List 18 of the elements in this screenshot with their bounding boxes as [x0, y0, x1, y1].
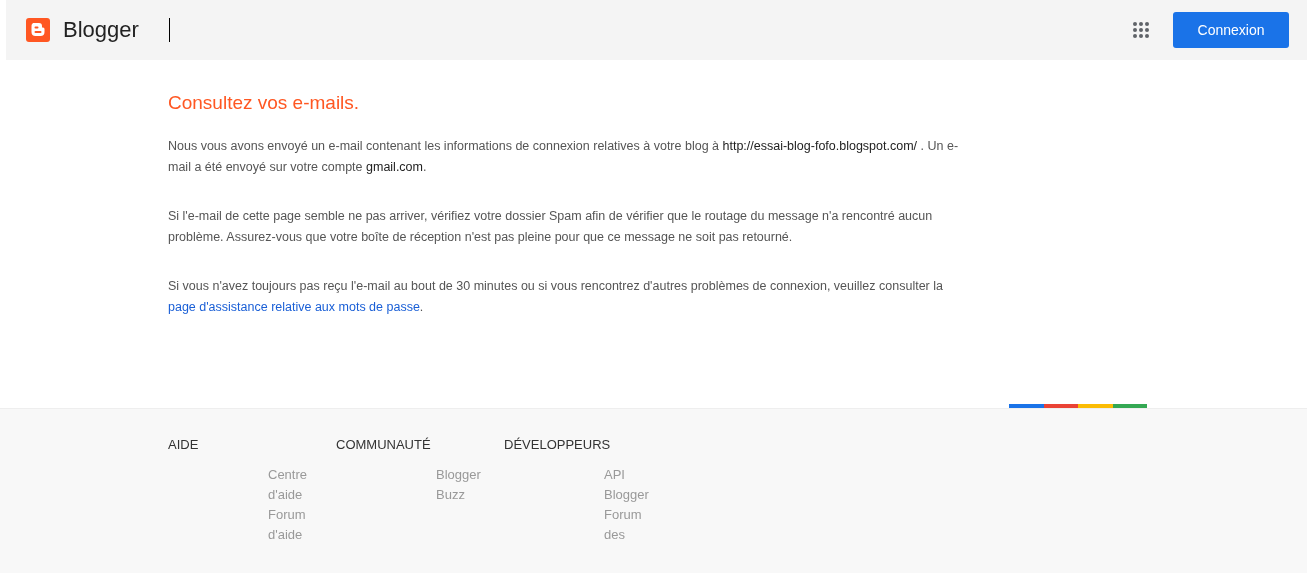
footer-link[interactable]: Blogger Buzz	[436, 465, 491, 505]
footer-heading: DÉVELOPPEURS	[504, 437, 612, 452]
paragraph: Nous vous avons envoyé un e-mail contenant les informations de connexion relatives à votre blog à http://essai-blog-fofo.blogspot.com/ . Un e-mail a été envoyé sur votre compte gmail.com.	[168, 138, 960, 176]
page-title: Consultez vos e-mails.	[168, 92, 361, 114]
footer-link[interactable]: Forum d'aide	[268, 505, 323, 545]
footer-heading: COMMUNAUTÉ	[336, 437, 432, 452]
text-cursor	[168, 18, 170, 42]
apps-grid-icon[interactable]	[1133, 22, 1149, 38]
footer-heading: AIDE	[168, 437, 200, 452]
blogger-logo-icon	[26, 18, 50, 42]
brand-name: Blogger	[63, 17, 139, 43]
footer-link[interactable]: Forum des	[604, 505, 659, 545]
help-link[interactable]: page d'assistance relative aux mots de passe	[168, 300, 420, 314]
login-button[interactable]: Connexion	[1173, 12, 1289, 48]
paragraph: Si l'e-mail de cette page semble ne pas arriver, vérifiez votre dossier Spam afin de vérifier que le routage du message n'a rencontré aucun problème. Assurez-vous que votre boîte de réception n'est pas pleine pour que ce message ne soit pas retourné.	[168, 208, 934, 246]
paragraph: Si vous n'avez toujours pas reçu l'e-mail au bout de 30 minutes ou si vous rencontrez d'autres problèmes de connexion, veuillez consulter la page d'assistance relative aux mots de passe.	[168, 278, 944, 316]
footer-link[interactable]: Centre d'aide	[268, 465, 323, 505]
footer-link[interactable]: API Blogger	[604, 465, 659, 505]
